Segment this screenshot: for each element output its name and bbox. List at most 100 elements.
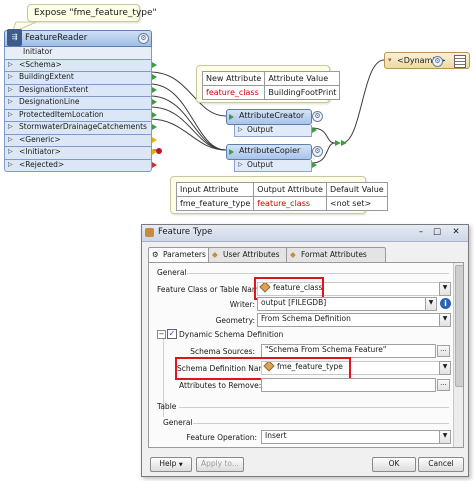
general-section-label: General [157,268,187,277]
attrs-remove-field[interactable] [261,378,436,392]
writer-select[interactable]: output [FILEGDB] [257,297,430,311]
copier-header-output: Output Attribute [253,182,327,197]
input-port-icon[interactable] [229,114,234,120]
port-generic[interactable]: ▷ <Generic> [4,134,157,147]
dialog-title: Feature Type [158,227,213,237]
dialog-app-icon [145,228,154,237]
creator-table: New Attribute Attribute Value feature_cla… [201,71,341,100]
writer-gear-icon[interactable]: ⚙ [432,56,443,67]
output-port-icon[interactable] [152,161,157,168]
expand-arrow-icon: ▷ [8,73,13,80]
feature-reader-icon: ⇶ [7,29,22,46]
feature-operation-dropdown[interactable]: ▼ [439,430,451,444]
copier-header-default: Default Value [325,182,388,197]
tab-format-attributes[interactable]: ◆ Format Attributes [286,247,386,262]
attribute-copier-transformer[interactable]: AttributeCopier ⚙ ▷ Output [226,144,323,172]
info-icon[interactable]: i [440,298,451,309]
table-divider [179,407,449,408]
schema-sources-field[interactable]: "Schema From Schema Feature" [261,344,436,358]
port-schema[interactable]: ▷ <Schema> [4,59,157,72]
expand-arrow-icon: ▷ [8,123,13,130]
creator-header-new-attribute: New Attribute [201,71,266,86]
dynamic-schema-collapse[interactable]: − [157,330,166,339]
output-port-icon[interactable] [152,136,157,143]
attribute-creator-gear-icon[interactable]: ⚙ [312,111,323,122]
wire-protecteditem-copier [149,106,227,151]
expand-arrow-icon: ▷ [238,161,243,168]
wire-merge-writer [341,59,385,144]
copier-annotation[interactable]: Input Attribute Output Attribute Default V… [170,176,388,214]
copier-table: Input Attribute Output Attribute Default V… [175,182,388,211]
expand-arrow-icon: ▷ [8,160,13,168]
feature-reader-header[interactable]: ⇶ FeatureReader ⚙ [4,29,152,47]
table-general-divider [193,423,449,424]
copier-cell-output: feature_class [253,196,327,211]
port-buildingextent[interactable]: ▷ BuildingExtent [4,72,157,85]
attribute-copier-title: AttributeCopier [239,146,301,155]
help-button[interactable]: Help ▼ [150,457,192,472]
schema-def-highlight [175,357,351,380]
writer-dropdown[interactable]: ▼ [425,297,437,311]
attribute-copier-gear-icon[interactable]: ⚙ [312,146,323,157]
feature-reader-gear-icon[interactable]: ⚙ [138,33,149,44]
schema-def-dropdown[interactable]: ▼ [439,361,451,375]
port-rejected[interactable]: ▷ <Rejected> [4,159,157,172]
ok-button[interactable]: OK [372,457,416,472]
output-port-icon[interactable] [152,86,157,93]
feature-operation-label: Feature Operation: [186,433,257,442]
close-button[interactable]: ✕ [448,225,464,240]
scrollbar-thumb[interactable] [455,265,463,387]
dialog-titlebar[interactable]: Feature Type – □ ✕ [142,225,468,242]
writer-label: Writer: [229,300,255,309]
output-port-icon[interactable] [152,99,157,105]
wire-designationline-copier [149,95,227,151]
geometry-dropdown[interactable]: ▼ [439,313,451,327]
dynamic-schema-label: Dynamic Schema Definition [179,330,284,339]
input-port-icon[interactable] [229,149,234,155]
expand-arrow-icon: ▷ [8,60,13,68]
output-port-icon[interactable] [152,61,157,68]
port-designationextent[interactable]: ▷ DesignationExtent [4,84,157,97]
writer-collapse-icon[interactable]: ▾ [388,56,392,64]
annotation-bubble[interactable]: Expose "fme_feature_type" [27,4,157,22]
attribute-creator-transformer[interactable]: AttributeCreator ⚙ ▷ Output [226,109,323,137]
chevron-down-icon: ▼ [178,462,183,468]
port-protecteditemlocation[interactable]: ▷ ProtectedItemLocation [4,109,157,122]
feature-operation-select[interactable]: Insert [261,430,442,444]
feature-reader-transformer[interactable]: ⇶ FeatureReader ⚙ Initiator ▷ <Schema> ▷ B… [4,29,157,172]
writer-feature-type[interactable]: ▾ <Dynamic> ⚙ [384,52,470,69]
expand-arrow-icon: ▷ [8,110,13,118]
geometry-select[interactable]: From Schema Definition [257,313,444,327]
minimize-button[interactable]: – [414,225,428,240]
port-designationline[interactable]: ▷ DesignationLine [4,97,157,110]
attribute-creator-header[interactable]: AttributeCreator ⚙ [226,109,323,125]
output-port-icon[interactable] [152,149,157,155]
cancel-button[interactable]: Cancel [418,457,464,472]
attribute-copier-output-port[interactable]: ▷ Output [234,160,317,172]
port-stormwater[interactable]: ▷ StormwaterDrainageCatchements [4,122,157,135]
output-port-icon[interactable] [152,124,157,130]
dynamic-schema-checkbox[interactable]: ✓ [167,329,177,339]
attrs-remove-browse-button[interactable]: ... [437,379,450,391]
creator-header-attribute-value: Attribute Value [264,71,341,86]
output-port-icon[interactable] [152,111,157,118]
creator-annotation[interactable]: New Attribute Attribute Value feature_cla… [196,65,341,103]
expand-arrow-icon: ▷ [8,98,13,105]
attribute-copier-header[interactable]: AttributeCopier ⚙ [226,144,323,160]
output-port-icon[interactable] [312,162,317,168]
output-port-icon[interactable] [312,127,317,133]
feature-class-label: Feature Class or Table Name: [157,285,267,294]
output-port-icon[interactable] [152,74,157,80]
maximize-button[interactable]: □ [430,225,444,240]
schema-sources-browse-button[interactable]: ... [437,345,450,357]
panel-scrollbar[interactable] [453,263,463,447]
feature-type-dialog[interactable]: Feature Type – □ ✕ ⚙ Parameters ◆ User A… [141,224,469,477]
attribute-creator-output-port[interactable]: ▷ Output [234,125,317,137]
apply-to-button[interactable]: Apply to... [196,457,244,472]
wire-stormwater-copier [149,118,227,151]
dialog-tabbar: ⚙ Parameters ◆ User Attributes ◆ Format … [148,247,464,263]
feature-class-dropdown[interactable]: ▼ [439,282,451,296]
expand-arrow-icon: ▷ [238,126,243,133]
creator-cell-new-attribute: feature_class [201,85,266,100]
port-initiator[interactable]: ▷ <Initiator> [4,147,157,160]
